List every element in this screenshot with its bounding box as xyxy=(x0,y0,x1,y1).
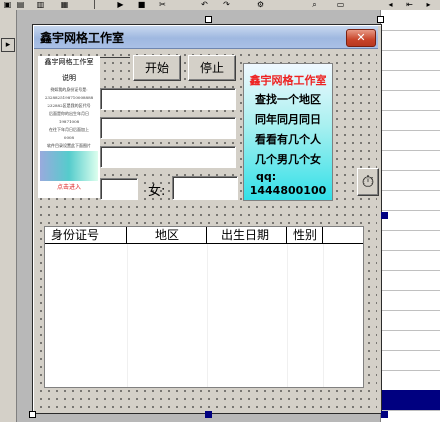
picture-heading: 鑫宇网格工作室 xyxy=(44,58,94,66)
info-line: 查找一个地区 xyxy=(255,93,321,106)
property-row[interactable] xyxy=(381,250,440,271)
toolbar-run-icon[interactable]: ▶ xyxy=(116,1,125,9)
info-line: 几个男几个女 xyxy=(255,153,321,166)
female-label: 女: xyxy=(148,184,166,199)
toolbar-redo-icon[interactable]: ↷ xyxy=(222,1,231,9)
close-button[interactable]: ✕ xyxy=(346,29,376,47)
property-row[interactable] xyxy=(381,270,440,291)
picture-line: 软件目录设置此下面图片 xyxy=(47,143,91,148)
picture-line: 0008 xyxy=(63,135,75,140)
results-table[interactable]: 身份证号 地区 出生日期 性别 xyxy=(44,226,364,388)
property-row[interactable] xyxy=(381,170,440,191)
column-header[interactable]: 性别 xyxy=(287,227,323,243)
property-row[interactable] xyxy=(381,290,440,311)
start-button[interactable]: 开始 xyxy=(133,55,181,81)
screenshot-thumbnail-image xyxy=(40,151,98,181)
toolbar-object-icon[interactable]: ▤ xyxy=(16,1,25,9)
text-input[interactable] xyxy=(100,146,236,168)
form-title: 鑫宇网格工作室 xyxy=(40,31,125,45)
info-label: 鑫宇网格工作室 查找一个地区 同年同月同日 看看有几个人 几个男几个女 qq: … xyxy=(243,63,333,201)
toolbar-pause-icon[interactable]: ■ xyxy=(137,1,146,9)
toolbox-strip xyxy=(0,10,17,422)
picture-line: 后面是你的出生年月日 xyxy=(49,111,89,116)
toolbar-align-icon[interactable]: ▥ xyxy=(36,1,45,9)
picture-line: 在往下年月日后面加上 xyxy=(49,127,89,132)
property-row[interactable] xyxy=(381,50,440,71)
property-row[interactable] xyxy=(381,130,440,151)
toolbar-window-icon[interactable]: ▭ xyxy=(336,1,345,9)
property-row[interactable] xyxy=(381,110,440,131)
resize-handle-top-right[interactable] xyxy=(377,16,384,23)
toolbar-cut-icon[interactable]: ✂ xyxy=(158,1,167,9)
resize-handle-right[interactable] xyxy=(381,212,388,219)
info-line: 1444800100 xyxy=(249,184,327,197)
toolbar-pointer-icon[interactable]: ⇤ xyxy=(405,1,414,9)
column-header[interactable]: 地区 xyxy=(127,227,207,243)
timer-icon[interactable]: ⏱ xyxy=(357,168,379,196)
male-count-input[interactable] xyxy=(100,178,138,200)
property-strip xyxy=(380,10,440,422)
property-row[interactable] xyxy=(381,90,440,111)
toolbar-left-icon[interactable]: ◂ xyxy=(386,1,395,9)
property-row[interactable] xyxy=(381,210,440,231)
column-divider xyxy=(287,244,288,387)
info-line: 鑫宇网格工作室 xyxy=(249,74,327,87)
toolbar-tools-icon[interactable]: ⚙ xyxy=(256,1,265,9)
toolbar-sep-icon: │ xyxy=(92,0,97,9)
toolbox-pointer-icon[interactable]: ▸ xyxy=(1,38,15,52)
property-row[interactable] xyxy=(381,190,440,211)
column-divider xyxy=(323,244,324,387)
resize-handle-bottom-left[interactable] xyxy=(29,411,36,418)
property-row[interactable] xyxy=(381,10,440,31)
toolbar-find-icon[interactable]: ⌕ xyxy=(310,1,319,9)
info-line: 同年同月同日 xyxy=(255,113,321,126)
property-row-selected[interactable] xyxy=(381,390,440,411)
table-header: 身份证号 地区 出生日期 性别 xyxy=(45,227,363,244)
property-row[interactable] xyxy=(381,370,440,391)
toolbar-more-icon[interactable]: ▸ xyxy=(424,1,433,9)
picture-subheading: 说明 xyxy=(62,74,76,82)
toolbar-grid-icon[interactable]: ▦ xyxy=(60,1,69,9)
female-count-input[interactable] xyxy=(172,176,238,200)
resize-handle-top[interactable] xyxy=(205,16,212,23)
property-row[interactable] xyxy=(381,310,440,331)
picture-line: 19871008 xyxy=(58,119,80,124)
property-row[interactable] xyxy=(381,230,440,251)
column-header[interactable]: 出生日期 xyxy=(207,227,287,243)
picture-line: 232882区是我的区代号 xyxy=(47,103,91,108)
info-line: qq: xyxy=(256,170,277,183)
column-divider xyxy=(207,244,208,387)
text-input[interactable] xyxy=(100,117,236,139)
toolbar-view-icon[interactable]: ▣ xyxy=(3,1,12,9)
property-row[interactable] xyxy=(381,350,440,371)
property-row[interactable] xyxy=(381,70,440,91)
resize-handle-bottom[interactable] xyxy=(205,411,212,418)
toolbar-undo-icon[interactable]: ↶ xyxy=(200,1,209,9)
picture-footer: 点击进入 xyxy=(56,184,81,191)
column-header[interactable]: 身份证号 xyxy=(45,227,127,243)
picture-line: 2328825198710008888 xyxy=(44,95,94,100)
property-row[interactable] xyxy=(381,30,440,51)
property-row[interactable] xyxy=(381,330,440,351)
text-input[interactable] xyxy=(100,88,236,110)
property-row[interactable] xyxy=(381,150,440,171)
divider xyxy=(100,57,130,58)
stop-button[interactable]: 停止 xyxy=(188,55,236,81)
info-line: 看看有几个人 xyxy=(255,133,321,146)
column-divider xyxy=(127,244,128,387)
resize-handle-bottom-right[interactable] xyxy=(381,411,388,418)
instruction-picture[interactable]: 鑫宇网格工作室 说明 例如我的身份证号是: 232882519871000888… xyxy=(38,56,100,198)
picture-line: 例如我的身份证号是: xyxy=(50,87,88,92)
